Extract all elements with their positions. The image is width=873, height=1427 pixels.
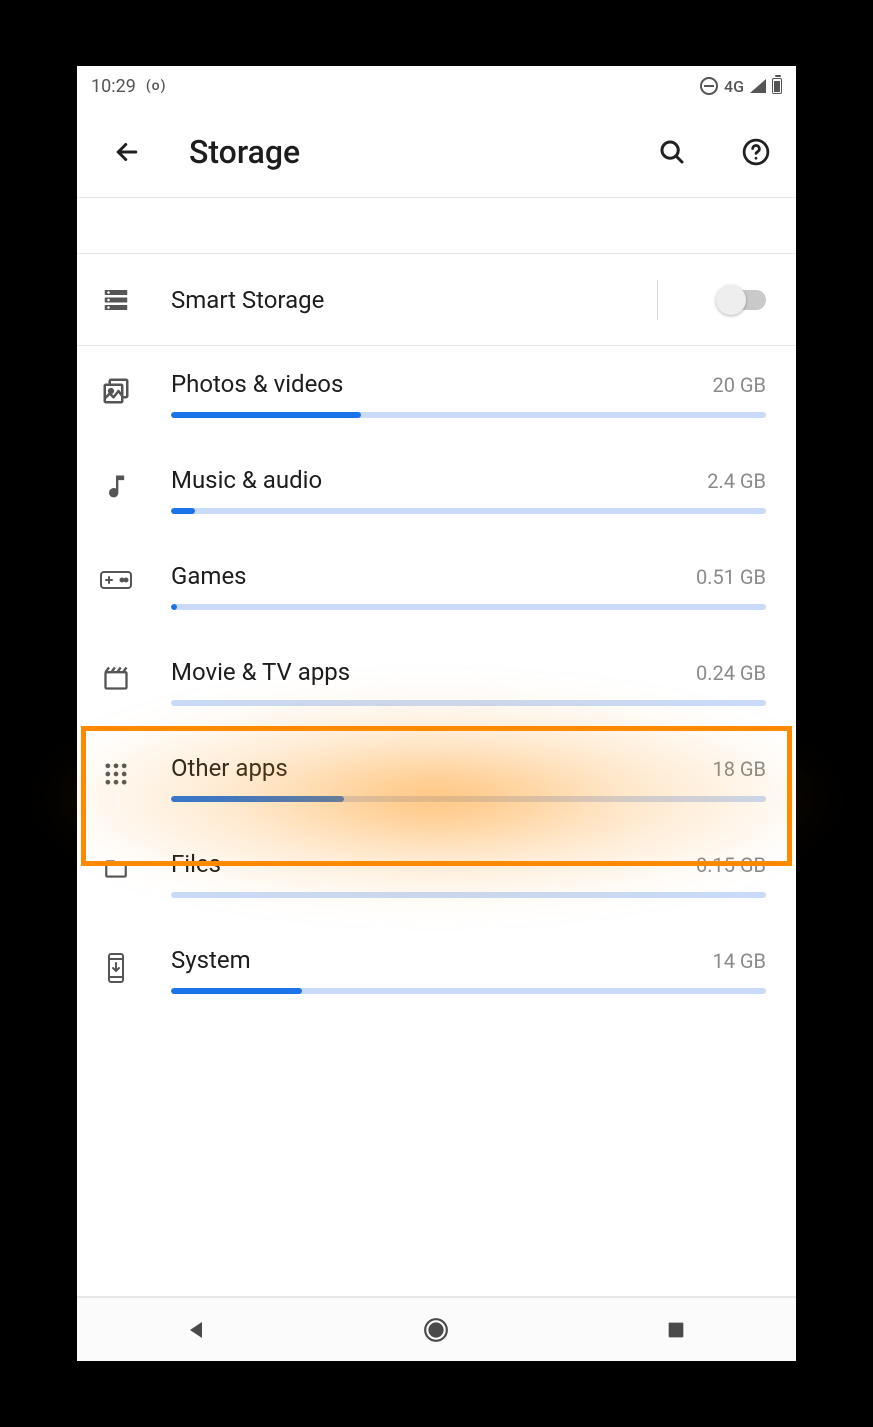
- usage-bar: [171, 508, 766, 514]
- system-navigation-bar: [77, 1297, 796, 1361]
- page-title: Storage: [189, 133, 610, 171]
- storage-icon: [99, 285, 133, 315]
- search-button[interactable]: [650, 130, 694, 174]
- category-size: 0.51 GB: [696, 565, 766, 589]
- help-button[interactable]: [734, 130, 778, 174]
- category-label: Games: [171, 562, 247, 590]
- usage-bar: [171, 412, 766, 418]
- usage-bar: [171, 700, 766, 706]
- category-row-games[interactable]: Games 0.51 GB: [77, 538, 796, 634]
- category-row-system[interactable]: System 14 GB: [77, 922, 796, 1018]
- category-size: 2.4 GB: [707, 469, 766, 493]
- games-icon: [99, 562, 133, 610]
- category-size: 14 GB: [712, 949, 766, 973]
- status-bar: 10:29 (o) 4G: [77, 66, 796, 106]
- usage-bar: [171, 604, 766, 610]
- music-icon: [99, 466, 133, 514]
- category-size: 0.15 GB: [696, 853, 766, 877]
- category-row-files[interactable]: Files 0.15 GB: [77, 826, 796, 922]
- category-label: System: [171, 946, 251, 974]
- network-type: 4G: [724, 77, 744, 96]
- category-label: Files: [171, 850, 221, 878]
- other-icon: [99, 754, 133, 802]
- nav-home-button[interactable]: [396, 1310, 476, 1350]
- battery-icon: [772, 78, 782, 94]
- category-row-photos[interactable]: Photos & videos 20 GB: [77, 346, 796, 442]
- smart-storage-toggle[interactable]: [718, 290, 766, 310]
- header-spacer: [77, 198, 796, 254]
- divider: [657, 280, 658, 320]
- phone-screen: 10:29 (o) 4G Storage Smart Storage: [77, 66, 796, 1361]
- nav-back-button[interactable]: [157, 1310, 237, 1350]
- hotspot-icon: (o): [146, 78, 167, 94]
- smart-storage-row[interactable]: Smart Storage: [77, 254, 796, 346]
- clock: 10:29: [91, 76, 136, 97]
- usage-bar: [171, 796, 766, 802]
- files-icon: [99, 850, 133, 898]
- category-size: 20 GB: [712, 373, 766, 397]
- usage-bar: [171, 892, 766, 898]
- category-label: Music & audio: [171, 466, 322, 494]
- category-row-music[interactable]: Music & audio 2.4 GB: [77, 442, 796, 538]
- category-label: Photos & videos: [171, 370, 343, 398]
- category-size: 0.24 GB: [696, 661, 766, 685]
- category-row-other[interactable]: Other apps 18 GB: [77, 730, 796, 826]
- movies-icon: [99, 658, 133, 706]
- category-size: 18 GB: [712, 757, 766, 781]
- back-button[interactable]: [105, 130, 149, 174]
- system-icon: [99, 946, 133, 994]
- photos-icon: [99, 370, 133, 418]
- app-bar: Storage: [77, 106, 796, 198]
- category-label: Movie & TV apps: [171, 658, 350, 686]
- nav-recents-button[interactable]: [636, 1310, 716, 1350]
- smart-storage-label: Smart Storage: [171, 286, 619, 314]
- category-label: Other apps: [171, 754, 288, 782]
- category-row-movies[interactable]: Movie & TV apps 0.24 GB: [77, 634, 796, 730]
- do-not-disturb-icon: [700, 77, 718, 95]
- storage-category-list[interactable]: Photos & videos 20 GB Music & audio 2.4 GB G…: [77, 346, 796, 1296]
- cellular-signal-icon: [750, 79, 766, 93]
- usage-bar: [171, 988, 766, 994]
